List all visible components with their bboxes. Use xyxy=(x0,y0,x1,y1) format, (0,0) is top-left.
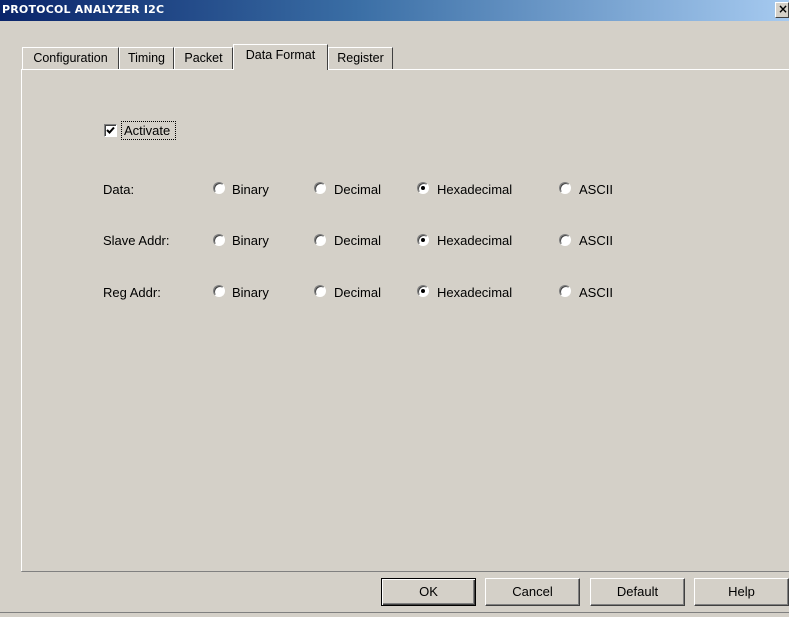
reg-addr-hexadecimal-radio[interactable] xyxy=(417,285,429,297)
reg-addr-hexadecimal-label[interactable]: Hexadecimal xyxy=(437,285,512,300)
tab-configuration[interactable]: Configuration xyxy=(22,47,119,69)
panel-divider xyxy=(22,571,789,572)
tab-label: Packet xyxy=(184,51,223,65)
window-bottom-edge xyxy=(0,612,789,613)
tab-timing[interactable]: Timing xyxy=(119,47,174,69)
data-ascii-label[interactable]: ASCII xyxy=(579,182,613,197)
slave-addr-hexadecimal-label[interactable]: Hexadecimal xyxy=(437,233,512,248)
help-button-label: Help xyxy=(728,584,755,599)
reg-addr-decimal-label[interactable]: Decimal xyxy=(334,285,381,300)
close-icon: × xyxy=(778,2,789,16)
activate-label[interactable]: Activate xyxy=(124,123,170,138)
slave-addr-decimal-label[interactable]: Decimal xyxy=(334,233,381,248)
tab-label: Timing xyxy=(127,51,166,65)
data-format-panel xyxy=(21,69,789,572)
default-button[interactable]: Default xyxy=(590,578,685,606)
reg-addr-ascii-radio[interactable] xyxy=(559,285,571,297)
slave-addr-row-label: Slave Addr: xyxy=(103,233,170,248)
slave-addr-binary-radio[interactable] xyxy=(213,234,225,246)
ok-button[interactable]: OK xyxy=(381,578,476,606)
data-decimal-radio[interactable] xyxy=(314,182,326,194)
data-binary-label[interactable]: Binary xyxy=(232,182,269,197)
help-button[interactable]: Help xyxy=(694,578,789,606)
tab-label: Configuration xyxy=(33,51,108,65)
ok-button-label: OK xyxy=(419,584,438,599)
title-bar[interactable]: PROTOCOL ANALYZER I2C × xyxy=(0,0,789,21)
radio-selected-dot xyxy=(421,289,425,293)
tab-register[interactable]: Register xyxy=(328,47,393,69)
data-decimal-label[interactable]: Decimal xyxy=(334,182,381,197)
slave-addr-ascii-label[interactable]: ASCII xyxy=(579,233,613,248)
data-binary-radio[interactable] xyxy=(213,182,225,194)
cancel-button-label: Cancel xyxy=(512,584,553,599)
slave-addr-decimal-radio[interactable] xyxy=(314,234,326,246)
tab-label: Data Format xyxy=(245,48,316,62)
window-title: PROTOCOL ANALYZER I2C xyxy=(2,3,165,16)
cancel-button[interactable]: Cancel xyxy=(485,578,580,606)
reg-addr-decimal-radio[interactable] xyxy=(314,285,326,297)
slave-addr-hexadecimal-radio[interactable] xyxy=(417,234,429,246)
tab-data-format[interactable]: Data Format xyxy=(233,44,328,70)
data-hexadecimal-radio[interactable] xyxy=(417,182,429,194)
data-row-label: Data: xyxy=(103,182,135,197)
reg-addr-binary-label[interactable]: Binary xyxy=(232,285,269,300)
tab-label: Register xyxy=(337,51,384,65)
default-button-label: Default xyxy=(616,584,659,599)
close-button[interactable]: × xyxy=(775,2,789,18)
data-hexadecimal-label[interactable]: Hexadecimal xyxy=(437,182,512,197)
data-ascii-radio[interactable] xyxy=(559,182,571,194)
slave-addr-binary-label[interactable]: Binary xyxy=(232,233,269,248)
slave-addr-ascii-radio[interactable] xyxy=(559,234,571,246)
checkmark-icon xyxy=(106,126,115,134)
reg-addr-binary-radio[interactable] xyxy=(213,285,225,297)
radio-selected-dot xyxy=(421,238,425,242)
dialog-window: PROTOCOL ANALYZER I2C × Configuration Ti… xyxy=(0,0,789,617)
tab-packet[interactable]: Packet xyxy=(174,47,233,69)
reg-addr-ascii-label[interactable]: ASCII xyxy=(579,285,613,300)
radio-selected-dot xyxy=(421,186,425,190)
activate-checkbox[interactable] xyxy=(104,124,117,137)
reg-addr-row-label: Reg Addr: xyxy=(103,285,161,300)
